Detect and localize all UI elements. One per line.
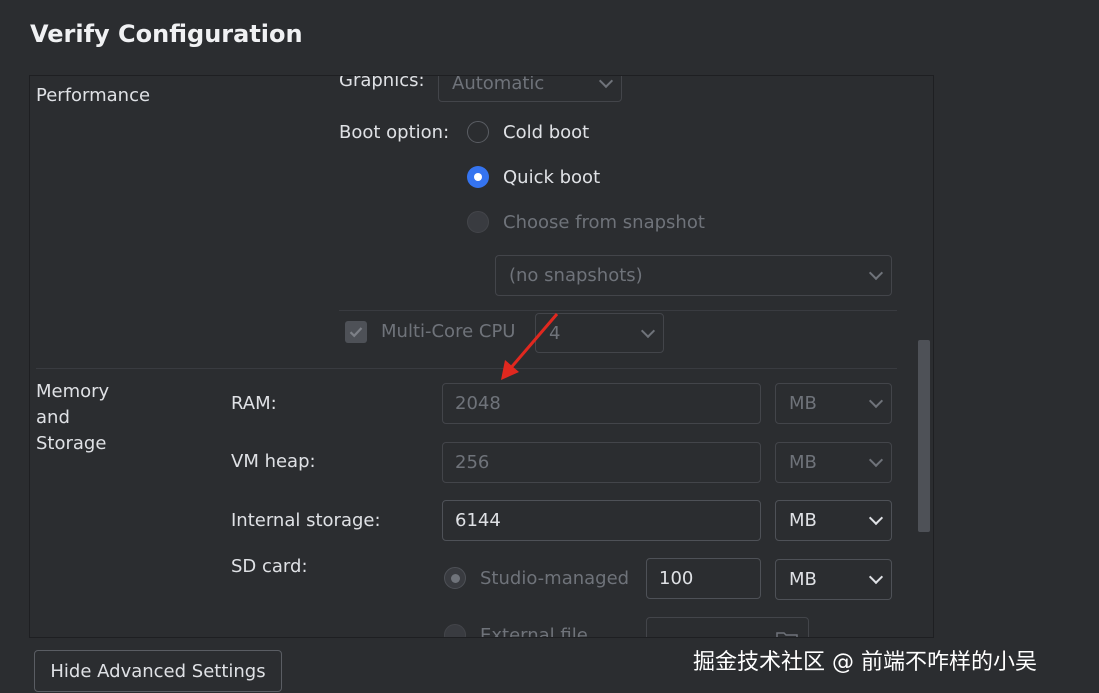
snapshot-label[interactable]: Choose from snapshot <box>503 212 705 233</box>
sd-size-value: 100 <box>659 568 694 589</box>
boot-option-label: Boot option: <box>339 122 450 143</box>
chevron-down-icon <box>640 323 656 338</box>
snapshot-value: (no snapshots) <box>509 265 643 286</box>
vm-heap-label: VM heap: <box>231 451 316 472</box>
ram-unit: MB <box>789 393 817 414</box>
ram-label: RAM: <box>231 393 277 414</box>
vm-heap-unit-dropdown[interactable]: MB <box>775 442 892 483</box>
section-label-memory: Memory and Storage <box>36 379 109 457</box>
watermark: 掘金技术社区 @ 前端不咋样的小吴 <box>693 650 1037 675</box>
chevron-down-icon <box>868 510 884 526</box>
graphics-label: Graphics: <box>339 75 425 91</box>
section-label-performance: Performance <box>36 85 151 106</box>
sd-unit: MB <box>789 569 817 590</box>
divider <box>36 368 897 369</box>
external-file-radio[interactable] <box>444 624 466 637</box>
quick-boot-label[interactable]: Quick boot <box>503 167 600 188</box>
snapshot-dropdown[interactable]: (no snapshots) <box>495 255 892 296</box>
cold-boot-radio[interactable] <box>467 121 489 143</box>
cold-boot-label[interactable]: Cold boot <box>503 122 589 143</box>
advanced-settings-panel[interactable]: Performance Graphics: Automatic Boot opt… <box>29 75 934 638</box>
vm-heap-value: 256 <box>455 452 490 473</box>
page-title: Verify Configuration <box>30 20 303 48</box>
internal-storage-unit: MB <box>789 510 817 531</box>
sd-unit-dropdown[interactable]: MB <box>775 559 892 600</box>
internal-storage-unit-dropdown[interactable]: MB <box>775 500 892 541</box>
section-label-line: Memory <box>36 381 110 402</box>
multicore-checkbox[interactable] <box>345 321 367 343</box>
folder-icon[interactable] <box>776 630 798 638</box>
sd-size-input[interactable]: 100 <box>646 558 761 599</box>
studio-managed-radio[interactable] <box>444 567 466 589</box>
external-file-input[interactable] <box>646 617 809 638</box>
chevron-down-icon <box>868 452 884 468</box>
chevron-down-icon <box>868 393 884 409</box>
section-label-line: and <box>36 407 70 428</box>
hide-advanced-settings-button[interactable]: Hide Advanced Settings <box>34 650 282 692</box>
graphics-dropdown[interactable]: Automatic <box>438 75 622 102</box>
divider <box>339 310 897 311</box>
section-label-line: Storage <box>36 433 107 454</box>
vm-heap-input[interactable]: 256 <box>442 442 761 483</box>
ram-unit-dropdown[interactable]: MB <box>775 383 892 424</box>
graphics-value: Automatic <box>452 75 545 94</box>
red-arrow-annotation <box>501 313 559 380</box>
internal-storage-label: Internal storage: <box>231 510 381 531</box>
ram-input[interactable]: 2048 <box>442 383 761 424</box>
chevron-down-icon <box>598 76 614 88</box>
chevron-down-icon <box>868 569 884 585</box>
vm-heap-unit: MB <box>789 452 817 473</box>
sd-card-label: SD card: <box>231 556 308 577</box>
internal-storage-value: 6144 <box>455 510 501 531</box>
studio-managed-label[interactable]: Studio-managed <box>480 568 629 589</box>
vertical-scrollbar[interactable] <box>918 340 930 532</box>
ram-value: 2048 <box>455 393 501 414</box>
external-file-label[interactable]: External file <box>480 625 588 637</box>
snapshot-radio[interactable] <box>467 211 489 233</box>
chevron-down-icon <box>868 265 884 281</box>
quick-boot-radio[interactable] <box>467 166 489 188</box>
internal-storage-input[interactable]: 6144 <box>442 500 761 541</box>
check-icon <box>349 327 363 338</box>
